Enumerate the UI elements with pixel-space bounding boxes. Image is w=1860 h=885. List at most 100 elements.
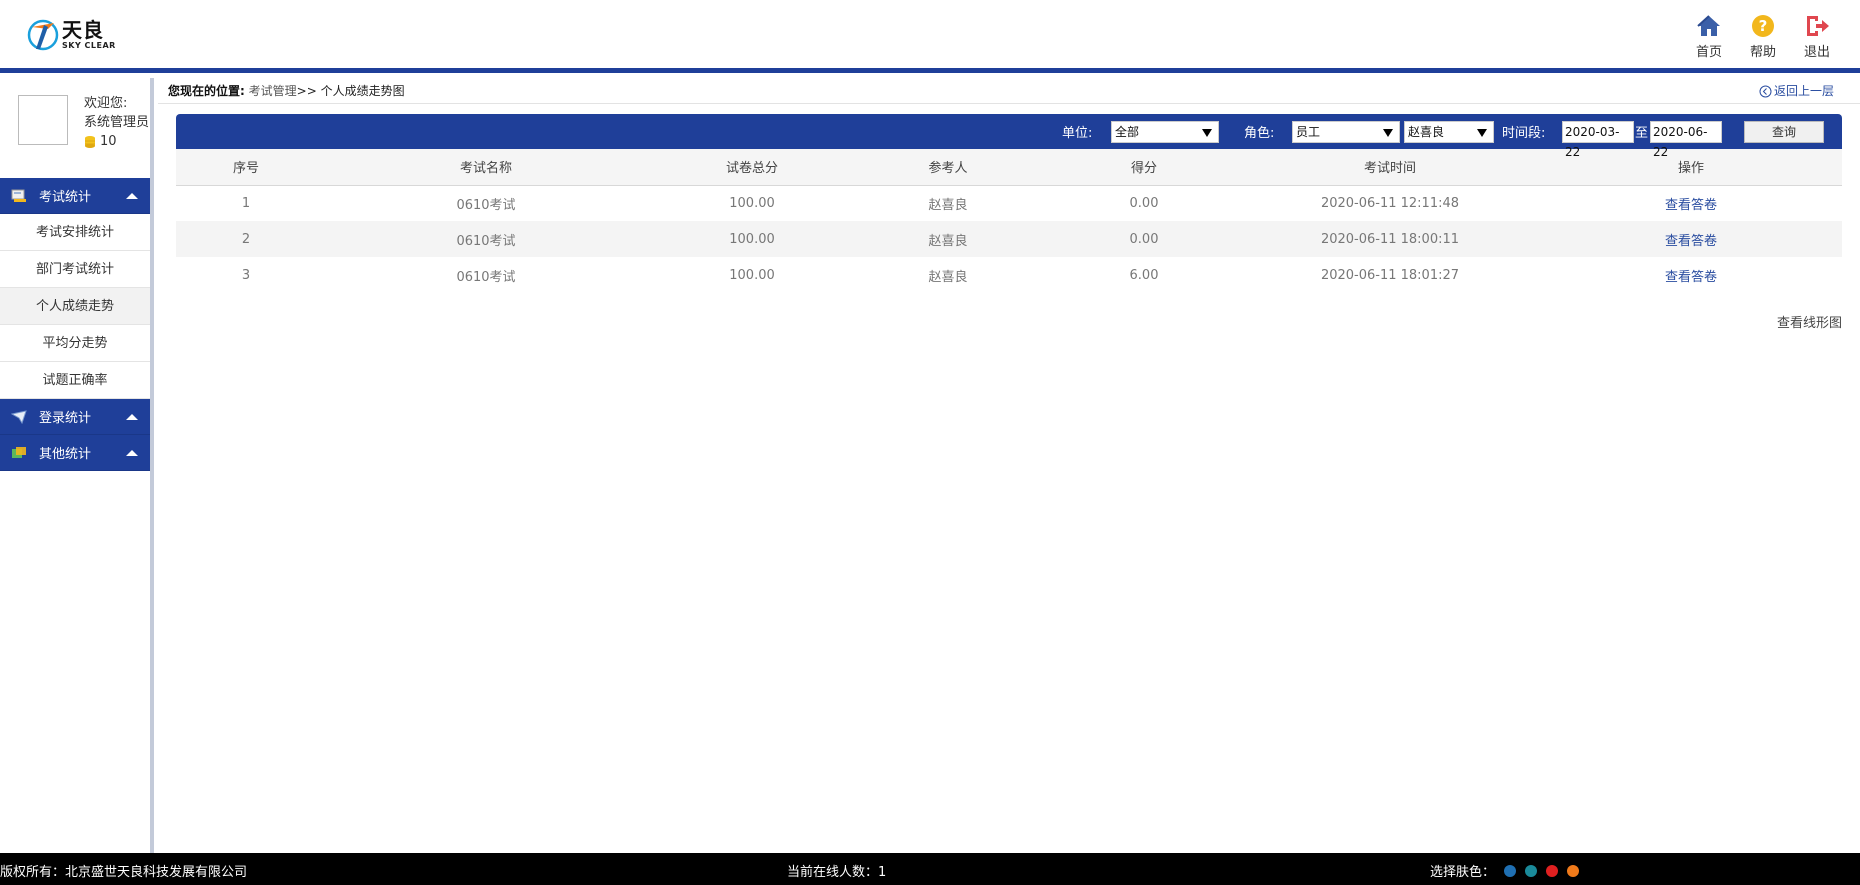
help-icon: ? xyxy=(1752,15,1774,37)
cell-time: 2020-06-11 18:01:27 xyxy=(1320,267,1460,283)
other-stats-icon xyxy=(12,446,26,458)
filter-bar: 单位: 全部 角色: 员工 赵喜良 时间段: 2020-03-22 至 2020… xyxy=(176,114,1842,159)
cell-no: 3 xyxy=(241,267,251,283)
view-answer-link[interactable]: 查看答卷 xyxy=(1540,257,1842,293)
avatar xyxy=(18,95,68,145)
cell-name: 0610考试 xyxy=(456,233,516,249)
location-label: 您现在的位置: xyxy=(168,84,245,98)
skin-swatch-teal[interactable] xyxy=(1525,864,1538,877)
role-select-value: 员工 xyxy=(1296,124,1321,139)
person-select[interactable]: 赵喜良 xyxy=(1404,120,1494,143)
main-content: 您现在的位置: 考试管理>> 个人成绩走势图 返回上一层 单位: 全部 角色: … xyxy=(158,78,1860,853)
col-header-name: 考试名称 xyxy=(459,161,512,177)
footer: 版权所有：北京盛世天良科技发展有限公司 当前在线人数：1 选择肤色： xyxy=(0,853,1860,885)
top-actions: 首页 ? 帮助 退出 xyxy=(1682,14,1844,60)
table-row: 3 0610考试 100.00 赵喜良 6.00 2020-06-11 18:0… xyxy=(176,257,1842,293)
help-label: 帮助 xyxy=(1749,45,1776,60)
dropdown-arrow-icon xyxy=(1477,128,1487,137)
home-label: 首页 xyxy=(1695,45,1722,60)
cell-person: 赵喜良 xyxy=(928,197,968,213)
skin-swatch-red[interactable] xyxy=(1546,864,1559,877)
cell-score: 0.00 xyxy=(1129,195,1159,211)
skin-swatch-orange[interactable] xyxy=(1567,864,1580,877)
cell-score: 6.00 xyxy=(1129,267,1159,283)
sidebar: 欢迎您: 系统管理员 10 考试统计 考试安排统计 部门考试统计 个人成绩走势 … xyxy=(0,78,154,853)
top-header: 天良 SKY CLEAR 首页 ? 帮助 退出 xyxy=(0,0,1860,73)
login-stats-icon xyxy=(11,409,27,424)
cell-time: 2020-06-11 12:11:48 xyxy=(1320,195,1460,211)
cell-name: 0610考试 xyxy=(456,197,516,213)
query-button[interactable]: 查询 xyxy=(1744,120,1824,143)
online-count: 当前在线人数：1 xyxy=(787,865,887,880)
exam-stats-icon xyxy=(11,189,26,202)
logout-button[interactable]: 退出 xyxy=(1790,14,1844,60)
logo-en-text: SKY CLEAR xyxy=(62,41,116,50)
menu-item-personal-trend[interactable]: 个人成绩走势 xyxy=(0,288,150,325)
copyright-text: 版权所有：北京盛世天良科技发展有限公司 xyxy=(0,865,248,880)
dropdown-arrow-icon xyxy=(1383,128,1393,137)
logo-mark-icon xyxy=(26,17,60,53)
menu-item-dept-exam[interactable]: 部门考试统计 xyxy=(0,251,150,288)
col-header-time: 考试时间 xyxy=(1363,161,1416,177)
logout-icon xyxy=(1807,16,1829,36)
unit-select-value: 全部 xyxy=(1115,124,1140,139)
menu-item-exam-arrange[interactable]: 考试安排统计 xyxy=(0,214,150,251)
view-answer-link[interactable]: 查看答卷 xyxy=(1540,185,1842,221)
cell-score: 0.00 xyxy=(1129,231,1159,247)
date-to-input[interactable]: 2020-06-22 xyxy=(1650,120,1722,159)
col-header-person: 参考人 xyxy=(928,161,968,177)
menu-item-accuracy[interactable]: 试题正确率 xyxy=(0,362,150,399)
cell-no: 1 xyxy=(241,195,251,211)
coin-stack-icon xyxy=(85,135,95,148)
breadcrumb-separator: >> xyxy=(296,84,317,98)
results-table: 序号 考试名称 试卷总分 参考人 得分 考试时间 操作 1 0610考试 100… xyxy=(176,149,1842,293)
date-from-input[interactable]: 2020-03-22 xyxy=(1562,120,1634,159)
view-answer-link[interactable]: 查看答卷 xyxy=(1540,221,1842,257)
col-header-no: 序号 xyxy=(232,161,259,177)
table-row: 2 0610考试 100.00 赵喜良 0.00 2020-06-11 18:0… xyxy=(176,221,1842,257)
menu-group-other-stats[interactable]: 其他统计 xyxy=(0,435,150,471)
welcome-text: 欢迎您: xyxy=(84,96,128,111)
unit-select[interactable]: 全部 xyxy=(1111,120,1219,143)
logo-cn-text: 天良 xyxy=(62,18,104,42)
cell-total: 100.00 xyxy=(729,195,775,211)
cell-person: 赵喜良 xyxy=(928,269,968,285)
col-header-op: 操作 xyxy=(1677,161,1704,177)
cell-no: 2 xyxy=(241,231,251,247)
breadcrumb-item-exam-mgmt[interactable]: 考试管理 xyxy=(249,84,297,98)
menu-item-avg-trend[interactable]: 平均分走势 xyxy=(0,325,150,362)
skin-label: 选择肤色： xyxy=(1430,865,1496,880)
back-button[interactable]: 返回上一层 xyxy=(1759,78,1834,104)
table-header-row: 序号 考试名称 试卷总分 参考人 得分 考试时间 操作 xyxy=(176,149,1842,185)
person-select-value: 赵喜良 xyxy=(1408,124,1445,139)
collapse-arrow-icon xyxy=(126,449,138,456)
unit-label: 单位: xyxy=(1062,126,1093,141)
home-button[interactable]: 首页 xyxy=(1682,14,1736,60)
cell-person: 赵喜良 xyxy=(928,233,968,249)
cell-total: 100.00 xyxy=(729,267,775,283)
skin-swatch-blue[interactable] xyxy=(1504,864,1517,877)
menu-group-label: 考试统计 xyxy=(39,190,92,205)
table-row: 1 0610考试 100.00 赵喜良 0.00 2020-06-11 12:1… xyxy=(176,185,1842,221)
collapse-arrow-icon xyxy=(126,413,138,420)
logo: 天良 SKY CLEAR xyxy=(26,17,116,53)
skin-selector: 选择肤色： xyxy=(1430,861,1580,880)
role-label: 角色: xyxy=(1244,126,1275,141)
to-label: 至 xyxy=(1635,126,1649,141)
menu-group-label: 其他统计 xyxy=(39,447,92,462)
cell-name: 0610考试 xyxy=(456,269,516,285)
collapse-arrow-icon xyxy=(126,192,138,199)
username: 系统管理员 xyxy=(84,115,150,130)
period-label: 时间段: xyxy=(1502,126,1546,141)
view-line-chart-link[interactable]: 查看线形图 xyxy=(1777,312,1842,331)
breadcrumb: 您现在的位置: 考试管理>> 个人成绩走势图 返回上一层 xyxy=(158,78,1860,104)
help-button[interactable]: ? 帮助 xyxy=(1736,14,1790,60)
menu-group-login-stats[interactable]: 登录统计 xyxy=(0,399,150,435)
role-select[interactable]: 员工 xyxy=(1292,120,1400,143)
breadcrumb-current: 个人成绩走势图 xyxy=(320,84,405,98)
results-panel: 单位: 全部 角色: 员工 赵喜良 时间段: 2020-03-22 至 2020… xyxy=(176,114,1842,331)
menu-group-exam-stats[interactable]: 考试统计 xyxy=(0,178,150,214)
coins-display: 10 xyxy=(84,132,149,151)
user-box: 欢迎您: 系统管理员 10 xyxy=(0,78,150,178)
back-circle-icon xyxy=(1759,85,1772,97)
